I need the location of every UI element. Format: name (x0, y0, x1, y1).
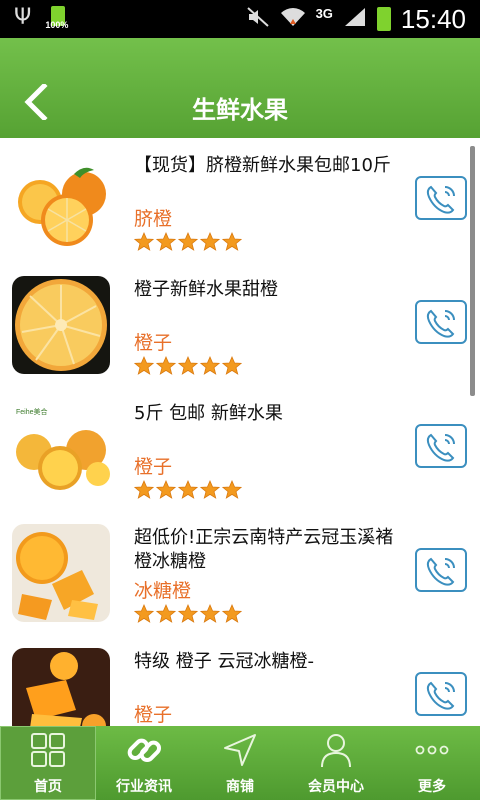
star-icon (134, 356, 154, 375)
network-type-label: 3G (315, 5, 333, 21)
app-header: 生鲜水果 (0, 38, 480, 138)
star-icon (134, 480, 154, 499)
list-item[interactable]: 【现货】脐橙新鲜水果包邮10斤 脐橙 (0, 138, 480, 263)
star-icon (134, 232, 154, 251)
phone-icon (426, 557, 455, 586)
star-icon (178, 604, 198, 623)
product-image (12, 276, 110, 374)
call-button[interactable] (415, 672, 467, 716)
phone-icon (426, 681, 455, 710)
nav-label: 会员中心 (308, 779, 364, 795)
battery-small-icon: 100% (45, 4, 69, 30)
product-image (12, 648, 110, 726)
rating-stars (134, 356, 242, 376)
nav-home[interactable]: 首页 (0, 726, 96, 800)
star-icon (178, 480, 198, 499)
phone-icon (426, 185, 455, 214)
product-category: 橙子 (134, 704, 173, 726)
wifi-icon (280, 6, 306, 33)
star-icon (222, 356, 242, 375)
signal-icon (343, 6, 367, 33)
list-item[interactable]: Feihe美合 5斤 包邮 新鲜水果 橙子 (0, 386, 480, 511)
nav-more[interactable]: 更多 (384, 726, 480, 800)
product-image (12, 524, 110, 622)
star-icon (156, 480, 176, 499)
person-icon (321, 734, 351, 768)
phone-icon (426, 433, 455, 462)
brand-logo-text: Feihe美合 (16, 407, 48, 416)
star-icon (156, 356, 176, 375)
star-icon (156, 604, 176, 623)
call-button[interactable] (415, 300, 467, 344)
star-icon (200, 480, 220, 499)
product-name: 【现货】脐橙新鲜水果包邮10斤 (134, 155, 391, 176)
star-icon (222, 232, 242, 251)
nav-member-center[interactable]: 会员中心 (288, 726, 384, 800)
usb-icon: Ψ (14, 5, 32, 30)
nav-industry-news[interactable]: 行业资讯 (96, 726, 192, 800)
product-category: 冰糖橙 (134, 580, 192, 602)
more-dots-icon (415, 745, 449, 755)
product-category: 橙子 (134, 332, 173, 354)
product-category: 脐橙 (134, 208, 173, 230)
navigation-arrow-icon (224, 734, 256, 766)
call-button[interactable] (415, 176, 467, 220)
star-icon (178, 356, 198, 375)
call-button[interactable] (415, 548, 467, 592)
star-icon (222, 604, 242, 623)
product-name: 特级 橙子 云冠冰糖橙- (134, 651, 314, 672)
mute-icon (246, 6, 270, 33)
rating-stars (134, 604, 242, 624)
phone-icon (426, 309, 455, 338)
nav-label: 首页 (34, 779, 62, 795)
product-image (12, 152, 110, 250)
grid-icon (31, 733, 65, 767)
star-icon (156, 232, 176, 251)
product-name: 5斤 包邮 新鲜水果 (134, 403, 283, 424)
nav-label: 商铺 (226, 779, 254, 795)
page-title: 生鲜水果 (192, 96, 288, 124)
link-icon (127, 738, 162, 763)
call-button[interactable] (415, 424, 467, 468)
nav-label: 行业资讯 (116, 779, 172, 795)
nav-shops[interactable]: 商铺 (192, 726, 288, 800)
star-icon (200, 232, 220, 251)
list-item[interactable]: 特级 橙子 云冠冰糖橙- 橙子 (0, 634, 480, 726)
list-item[interactable]: 橙子新鲜水果甜橙 橙子 (0, 262, 480, 387)
clock: 15:40 (400, 3, 466, 34)
bottom-nav: 首页 行业资讯 商铺 会员中心 更多 (0, 726, 480, 800)
star-icon (200, 604, 220, 623)
battery-icon (376, 7, 391, 31)
product-name: 超低价!正宗云南特产云冠玉溪褚橙冰糖橙 (134, 527, 394, 572)
star-icon (222, 480, 242, 499)
star-icon (134, 604, 154, 623)
star-icon (178, 232, 198, 251)
list-item[interactable]: 超低价!正宗云南特产云冠玉溪褚橙冰糖橙 冰糖橙 (0, 510, 480, 635)
product-list[interactable]: 【现货】脐橙新鲜水果包邮10斤 脐橙 橙子新鲜水果甜橙 橙子 Feihe美合 5… (0, 138, 480, 726)
product-name: 橙子新鲜水果甜橙 (134, 279, 278, 300)
rating-stars (134, 480, 242, 500)
nav-label: 更多 (418, 779, 446, 795)
scrollbar[interactable] (470, 146, 475, 396)
status-bar: Ψ 100% 3G 15:40 (0, 0, 480, 38)
battery-small-label: 100% (45, 20, 69, 30)
star-icon (200, 356, 220, 375)
product-image: Feihe美合 (12, 400, 110, 498)
rating-stars (134, 232, 242, 252)
product-category: 橙子 (134, 456, 173, 478)
